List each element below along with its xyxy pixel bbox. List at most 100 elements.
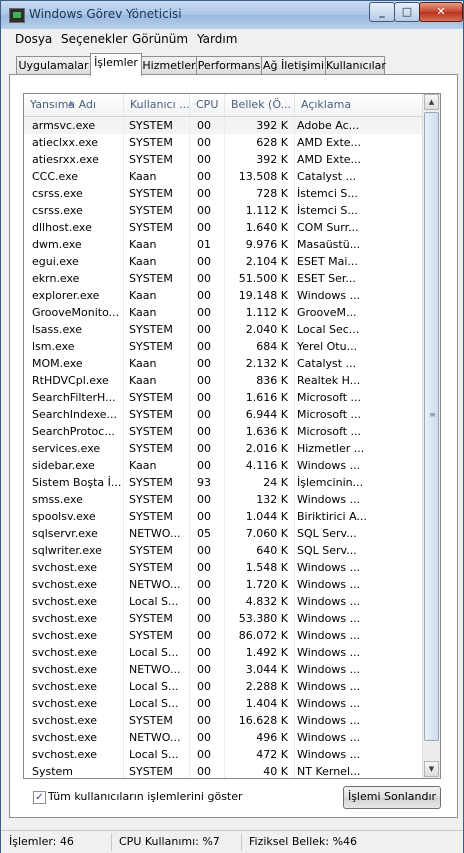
process-name: GrooveMonito...	[24, 304, 124, 321]
process-memory: 1.112 K	[225, 304, 295, 321]
status-physical-memory: Fiziksel Bellek: %46	[249, 835, 358, 848]
process-memory: 9.976 K	[225, 236, 295, 253]
process-user: Kaan	[124, 304, 190, 321]
table-row[interactable]: smss.exe SYSTEM 00 132 K Windows ...	[24, 491, 424, 508]
process-name: SearchProtoc...	[24, 423, 124, 440]
table-row[interactable]: explorer.exe Kaan 00 19.148 K Windows ...	[24, 287, 424, 304]
table-row[interactable]: svchost.exe Local S... 00 1.492 K Windows ..…	[24, 644, 424, 661]
menu-options[interactable]: Seçenekler	[61, 32, 128, 46]
table-row[interactable]: services.exe SYSTEM 00 2.016 K Hizmetler ...	[24, 440, 424, 457]
column-user-name[interactable]: Kullanıcı ...	[124, 94, 190, 116]
process-description: Microsoft ...	[297, 425, 362, 438]
table-row[interactable]: svchost.exe Local S... 00 472 K Windows ...	[24, 746, 424, 763]
vertical-scrollbar[interactable]: ▲ ≡ ▼	[422, 94, 440, 778]
table-row[interactable]: CCC.exe Kaan 00 13.508 K Catalyst ...	[24, 168, 424, 185]
table-row[interactable]: csrss.exe SYSTEM 00 1.112 K İstemci S...	[24, 202, 424, 219]
end-process-button[interactable]: İşlemi Sonlandır	[343, 786, 441, 809]
scroll-down-arrow-icon[interactable]: ▼	[424, 761, 439, 777]
table-row[interactable]: svchost.exe SYSTEM 00 1.548 K Windows ...	[24, 559, 424, 576]
column-description[interactable]: Açıklama	[295, 94, 424, 116]
process-name: smss.exe	[24, 491, 124, 508]
column-cpu[interactable]: CPU	[190, 94, 225, 116]
table-row[interactable]: SearchProtoc... SYSTEM 00 1.636 K Microsoft …	[24, 423, 424, 440]
table-row[interactable]: dllhost.exe SYSTEM 00 1.640 K COM Surr...	[24, 219, 424, 236]
table-row[interactable]: svchost.exe NETWO... 00 496 K Windows ...	[24, 729, 424, 746]
process-description: Windows ...	[297, 493, 361, 506]
table-row[interactable]: SearchFilterH... SYSTEM 00 1.616 K Microsoft…	[24, 389, 424, 406]
tab-processes[interactable]: İşlemler	[90, 53, 142, 76]
process-description: Windows ...	[297, 612, 361, 625]
process-user: SYSTEM	[124, 423, 190, 440]
table-row[interactable]: csrss.exe SYSTEM 00 728 K İstemci S...	[24, 185, 424, 202]
table-row[interactable]: atiesrxx.exe SYSTEM 00 392 K AMD Exte...	[24, 151, 424, 168]
table-row[interactable]: sidebar.exe Kaan 00 4.116 K Windows ...	[24, 457, 424, 474]
tab-applications[interactable]: Uygulamalar	[16, 56, 91, 75]
minimize-button[interactable]: _	[369, 2, 395, 22]
table-row[interactable]: svchost.exe SYSTEM 00 53.380 K Windows ...	[24, 610, 424, 627]
column-memory[interactable]: Bellek (Ö...	[225, 94, 295, 116]
table-row[interactable]: svchost.exe SYSTEM 00 86.072 K Windows ...	[24, 627, 424, 644]
column-image-name[interactable]: ▲ Yansıma Adı	[24, 94, 124, 116]
table-row[interactable]: atieclxx.exe SYSTEM 00 628 K AMD Exte...	[24, 134, 424, 151]
process-description: İstemci S...	[297, 204, 358, 217]
show-all-users-checkbox[interactable]: ✓	[33, 791, 46, 804]
process-cpu: 00	[190, 491, 225, 508]
process-user: SYSTEM	[124, 440, 190, 457]
table-row[interactable]: MOM.exe Kaan 00 2.132 K Catalyst ...	[24, 355, 424, 372]
table-row[interactable]: GrooveMonito... Kaan 00 1.112 K GrooveM...	[24, 304, 424, 321]
table-row[interactable]: SearchIndexe... SYSTEM 00 6.944 K Microsoft …	[24, 406, 424, 423]
process-description: COM Surr...	[297, 221, 359, 234]
process-description: Windows ...	[297, 680, 361, 693]
table-row[interactable]: System SYSTEM 00 40 K NT Kernel...	[24, 763, 424, 778]
close-button[interactable]: ✕	[419, 2, 463, 22]
table-row[interactable]: svchost.exe NETWO... 00 1.720 K Windows ...	[24, 576, 424, 593]
menu-view[interactable]: Görünüm	[132, 32, 188, 46]
process-name: RtHDVCpl.exe	[24, 372, 124, 389]
tab-performance[interactable]: Performans	[196, 56, 262, 75]
process-cpu: 00	[190, 542, 225, 559]
table-row[interactable]: svchost.exe Local S... 00 2.288 K Windows ..…	[24, 678, 424, 695]
process-list[interactable]: ▲ Yansıma Adı Kullanıcı ... CPU Bellek (…	[23, 93, 441, 779]
tab-networking[interactable]: Ağ İletişimi	[261, 56, 326, 75]
table-row[interactable]: svchost.exe Local S... 00 4.832 K Windows ..…	[24, 593, 424, 610]
process-memory: 16.628 K	[225, 712, 295, 729]
table-row[interactable]: dwm.exe Kaan 01 9.976 K Masaüstü...	[24, 236, 424, 253]
table-row[interactable]: sqlwriter.exe SYSTEM 00 640 K SQL Serv...	[24, 542, 424, 559]
tab-users[interactable]: Kullanıcılar	[325, 56, 386, 75]
process-description: GrooveM...	[297, 306, 357, 319]
tab-services[interactable]: Hizmetler	[141, 56, 197, 75]
process-cpu: 00	[190, 457, 225, 474]
table-row[interactable]: svchost.exe SYSTEM 00 16.628 K Windows ...	[24, 712, 424, 729]
table-row[interactable]: spoolsv.exe SYSTEM 00 1.044 K Biriktirici A.…	[24, 508, 424, 525]
table-row[interactable]: lsass.exe SYSTEM 00 2.040 K Local Sec...	[24, 321, 424, 338]
table-row[interactable]: ekrn.exe SYSTEM 00 51.500 K ESET Ser...	[24, 270, 424, 287]
process-name: dllhost.exe	[24, 219, 124, 236]
process-memory: 1.492 K	[225, 644, 295, 661]
table-row[interactable]: RtHDVCpl.exe Kaan 00 836 K Realtek H...	[24, 372, 424, 389]
table-row[interactable]: egui.exe Kaan 00 2.104 K ESET Mai...	[24, 253, 424, 270]
process-memory: 1.640 K	[225, 219, 295, 236]
process-user: SYSTEM	[124, 134, 190, 151]
process-description: Adobe Ac...	[297, 119, 360, 132]
process-cpu: 00	[190, 440, 225, 457]
table-row[interactable]: armsvc.exe SYSTEM 00 392 K Adobe Ac...	[24, 117, 424, 134]
table-row[interactable]: svchost.exe NETWO... 00 3.044 K Windows ...	[24, 661, 424, 678]
column-cpu-label: CPU	[196, 98, 219, 111]
column-image-name-label: Yansıma Adı	[30, 98, 97, 111]
menu-help[interactable]: Yardım	[197, 32, 237, 46]
title-bar[interactable]: Windows Görev Yöneticisi _ □ ✕	[1, 1, 463, 29]
table-row[interactable]: svchost.exe Local S... 00 1.404 K Windows ..…	[24, 695, 424, 712]
table-row[interactable]: Sistem Boşta İ... SYSTEM 93 24 K İşlemcinin.…	[24, 474, 424, 491]
scroll-up-arrow-icon[interactable]: ▲	[424, 94, 439, 110]
process-user: SYSTEM	[124, 338, 190, 355]
process-user: Kaan	[124, 287, 190, 304]
process-description: Catalyst ...	[297, 170, 357, 183]
table-row[interactable]: lsm.exe SYSTEM 00 684 K Yerel Otu...	[24, 338, 424, 355]
scrollbar-thumb[interactable]: ≡	[424, 112, 439, 741]
maximize-button[interactable]: □	[394, 2, 420, 22]
process-user: SYSTEM	[124, 270, 190, 287]
process-description: Hizmetler ...	[297, 442, 365, 455]
menu-file[interactable]: Dosya	[15, 32, 52, 46]
table-row[interactable]: sqlservr.exe NETWO... 05 7.060 K SQL Serv...	[24, 525, 424, 542]
process-description: Masaüstü...	[297, 238, 361, 251]
